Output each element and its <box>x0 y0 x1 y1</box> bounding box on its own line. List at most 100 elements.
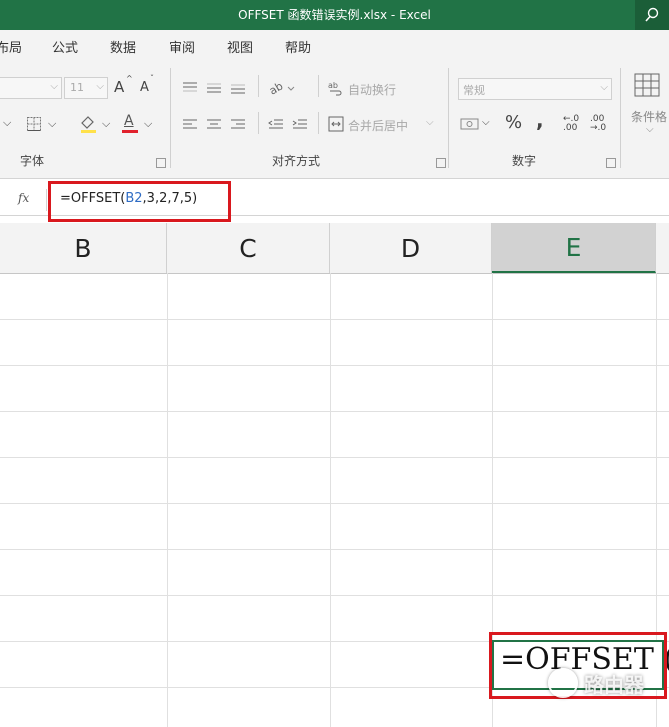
group-separator <box>318 75 319 97</box>
align-middle-icon <box>207 83 221 93</box>
merge-center-label: 合并后居中 <box>348 119 409 133</box>
chevron-down-icon: ⌵ <box>646 124 654 135</box>
tab-data[interactable]: 数据 <box>110 37 136 56</box>
fill-color-button[interactable] <box>78 114 98 134</box>
chevron-down-icon: ⌵ <box>102 117 111 130</box>
column-headers: B C D E <box>0 223 669 274</box>
percent-button[interactable]: % <box>505 112 522 133</box>
row-gridline <box>0 411 669 412</box>
decrease-indent-button[interactable] <box>268 117 284 131</box>
group-separator <box>620 68 621 168</box>
align-bottom-button[interactable] <box>230 80 246 94</box>
wrap-text-icon: ab <box>328 81 342 96</box>
font-color-glyph: A <box>124 113 134 129</box>
orientation-button[interactable]: ab <box>267 78 298 98</box>
column-header-b[interactable]: B <box>0 223 167 273</box>
group-separator <box>258 75 259 97</box>
align-center-icon <box>207 119 221 129</box>
font-size-combo[interactable]: 11 ⌵ <box>64 77 108 99</box>
group-separator <box>258 112 259 134</box>
comma-button[interactable]: , <box>536 108 544 132</box>
insert-function-button[interactable]: fx <box>18 191 29 205</box>
row-gridline <box>0 457 669 458</box>
align-right-icon <box>231 119 245 129</box>
caret-down-icon: ˇ <box>150 74 154 83</box>
formula-bar-separator <box>46 189 47 211</box>
svg-text:ab: ab <box>328 81 338 90</box>
align-left-icon <box>183 119 197 129</box>
chevron-down-icon: ⌵ <box>96 81 104 92</box>
group-separator <box>318 112 319 134</box>
column-header-d[interactable]: D <box>330 223 492 273</box>
increase-indent-button[interactable] <box>292 117 308 131</box>
row-gridline <box>0 503 669 504</box>
align-middle-button[interactable] <box>206 80 222 94</box>
number-format-combo[interactable]: 常规 ⌵ <box>458 78 612 100</box>
svg-text:ab: ab <box>268 79 285 96</box>
font-group-label: 字体 <box>20 154 45 168</box>
dialog-launcher-icon[interactable] <box>606 158 616 168</box>
accounting-icon <box>460 118 479 130</box>
tab-view[interactable]: 视图 <box>227 37 253 56</box>
number-group-label: 数字 <box>512 154 537 168</box>
tab-review[interactable]: 审阅 <box>169 37 195 56</box>
chevron-down-icon: ⌵ <box>600 82 608 93</box>
title-bar: OFFSET 函数错误实例.xlsx - Excel <box>0 0 669 30</box>
increase-indent-icon <box>292 119 307 129</box>
watermark-logo-icon <box>548 668 578 698</box>
wrap-text-button[interactable]: ab 自动换行 <box>328 80 418 98</box>
watermark: 路由器 <box>548 666 666 700</box>
wrap-text-label: 自动换行 <box>348 83 397 97</box>
row-gridline <box>0 365 669 366</box>
font-size-value: 11 <box>70 81 84 94</box>
align-right-button[interactable] <box>230 117 246 131</box>
align-bottom-icon <box>231 84 245 94</box>
chevron-down-icon: ⌵ <box>144 117 153 130</box>
decrease-indent-icon <box>268 119 283 129</box>
increase-decimal-button[interactable]: ←.0 .00 <box>563 115 585 133</box>
dialog-launcher-icon[interactable] <box>436 158 446 168</box>
group-separator <box>448 68 449 168</box>
grow-font-button[interactable]: A <box>114 78 124 96</box>
shrink-font-button[interactable]: A <box>140 80 149 95</box>
row-gridline <box>0 595 669 596</box>
decrease-decimal-button[interactable]: .00 →.0 <box>590 115 612 133</box>
fill-bucket-icon <box>81 116 96 133</box>
formula-highlight-box <box>48 181 231 222</box>
conditional-format-button[interactable]: 条件格 ⌵ <box>628 70 669 150</box>
font-color-swatch <box>122 130 138 133</box>
conditional-format-label: 条件格 <box>631 110 668 124</box>
caret-up-icon: ^ <box>126 74 133 83</box>
font-name-combo[interactable]: ⌵ <box>0 77 62 99</box>
alignment-group-label: 对齐方式 <box>272 154 321 168</box>
column-header-e[interactable]: E <box>492 223 656 273</box>
ribbon-tabs: 布局 公式 数据 审阅 视图 帮助 <box>0 30 669 60</box>
merge-center-icon <box>328 116 344 132</box>
font-color-button[interactable]: A <box>120 112 140 134</box>
search-button[interactable] <box>635 0 669 30</box>
dialog-launcher-icon[interactable] <box>156 158 166 168</box>
chevron-down-icon: ⌵ <box>426 117 434 128</box>
align-top-icon <box>183 82 197 92</box>
merge-center-button[interactable]: 合并后居中 ⌵ <box>328 116 438 134</box>
watermark-text: 路由器 <box>584 672 644 697</box>
conditional-format-icon <box>634 73 660 97</box>
accounting-format-button[interactable]: ⌵ <box>460 116 496 134</box>
ribbon: ⌵ 11 ⌵ A ^ A ˇ ⌵ ⌵ ⌵ A ⌵ 字体 ab ab 自动换行 合… <box>0 60 669 179</box>
borders-icon <box>27 117 41 131</box>
tab-formulas[interactable]: 公式 <box>52 37 78 56</box>
chevron-down-icon: ⌵ <box>3 116 12 129</box>
borders-button[interactable] <box>26 116 42 132</box>
tab-help[interactable]: 帮助 <box>285 37 311 56</box>
column-header-c[interactable]: C <box>167 223 330 273</box>
column-header-f[interactable] <box>656 223 669 273</box>
tab-page-layout[interactable]: 布局 <box>0 37 22 56</box>
column-gridline <box>167 273 168 727</box>
align-top-button[interactable] <box>182 80 198 94</box>
row-gridline <box>0 549 669 550</box>
number-format-value: 常规 <box>463 84 485 97</box>
column-gridline <box>330 273 331 727</box>
align-left-button[interactable] <box>182 117 198 131</box>
align-center-button[interactable] <box>206 117 222 131</box>
chevron-down-icon: ⌵ <box>50 81 58 92</box>
